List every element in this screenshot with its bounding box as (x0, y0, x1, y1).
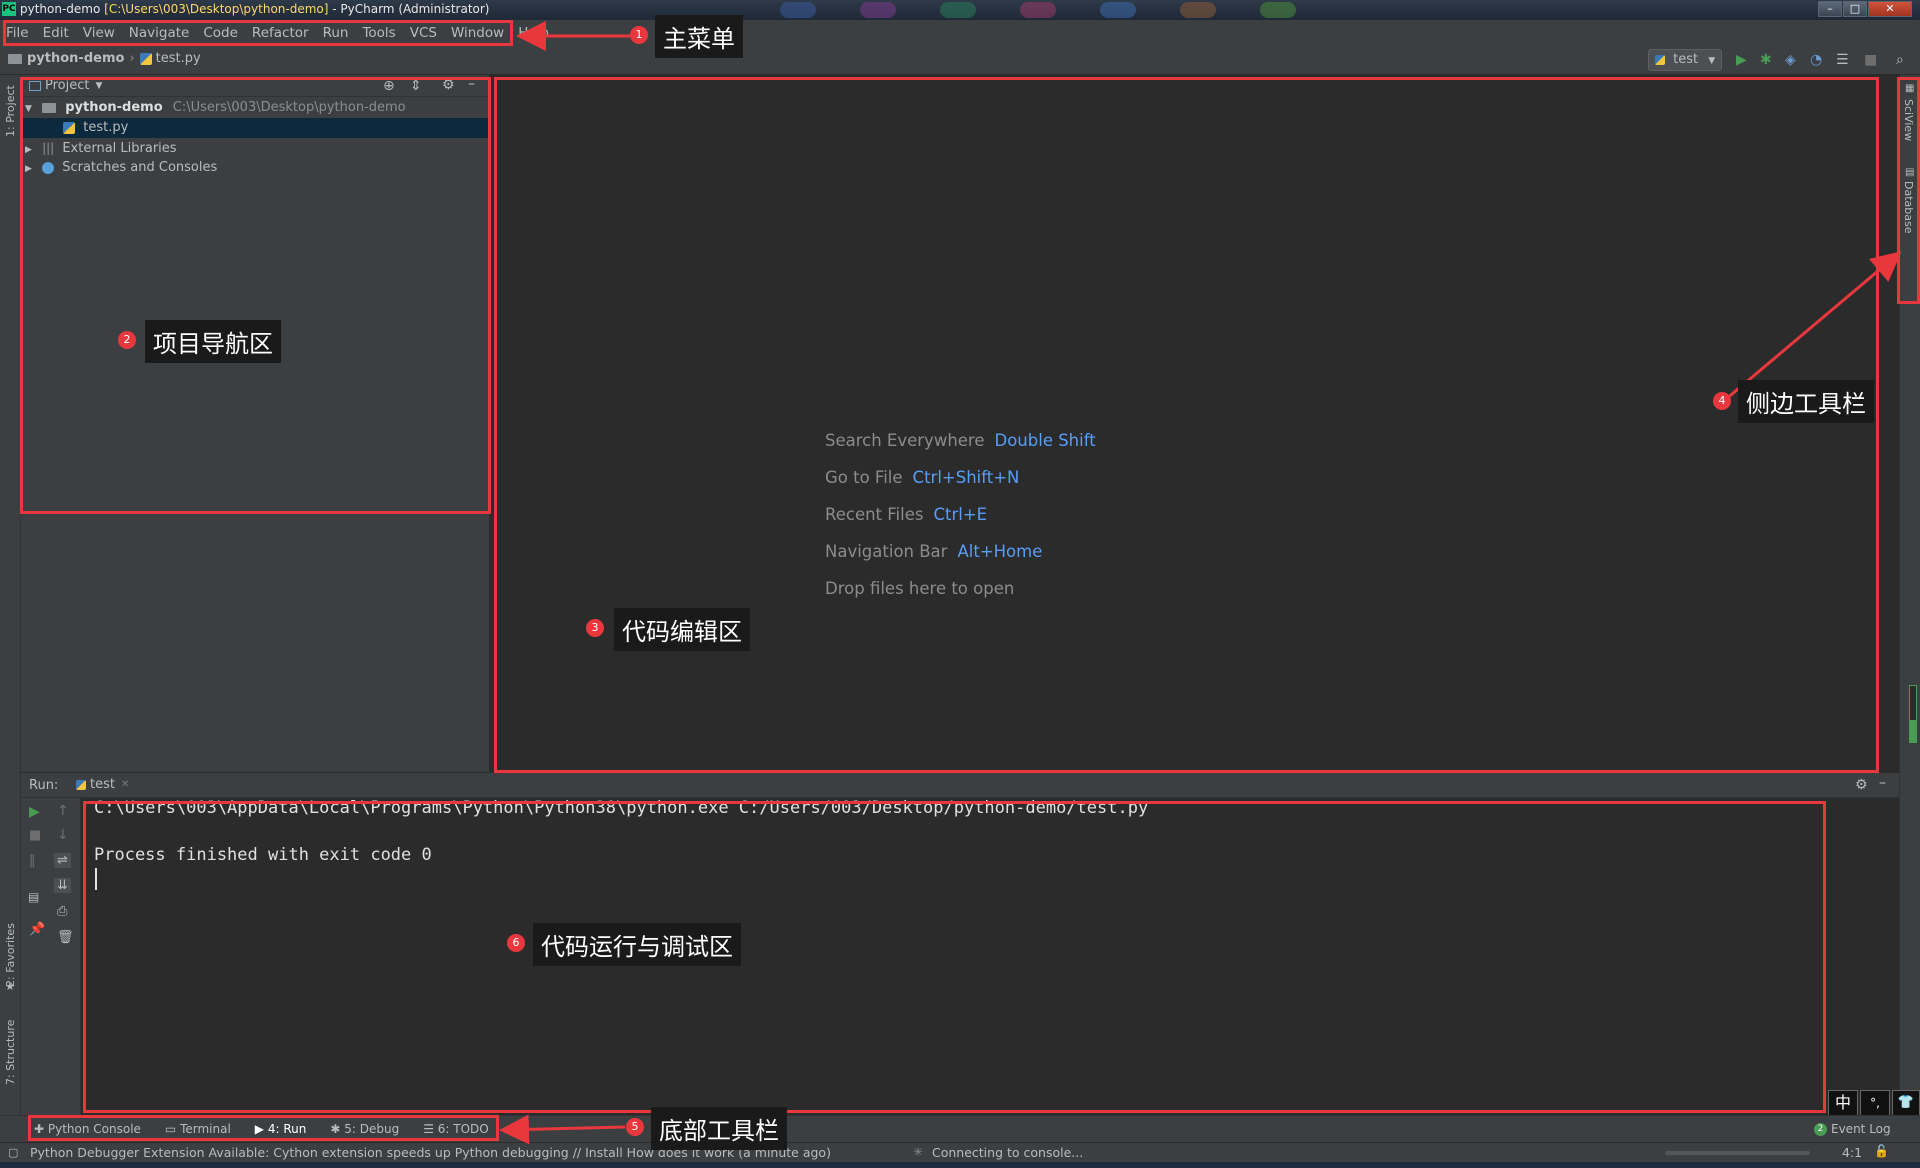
annotation-label-3: 代码编辑区 (614, 608, 750, 651)
annotation-label-2: 项目导航区 (145, 320, 281, 363)
annotation-badge-5: 5 (626, 1118, 644, 1136)
annotation-badge-1: 1 (630, 26, 648, 44)
annotation-label-1: 主菜单 (655, 15, 743, 58)
annotation-badge-6: 6 (507, 934, 525, 952)
annotation-label-4: 侧边工具栏 (1738, 380, 1874, 423)
arrow-side-toolbar (1724, 251, 1902, 402)
annotation-label-5: 底部工具栏 (651, 1107, 787, 1150)
arrow-bottom-toolbar (499, 1114, 626, 1145)
annotation-badge-3: 3 (586, 619, 604, 637)
annotation-label-6: 代码运行与调试区 (533, 923, 741, 966)
annotation-arrows (499, 21, 1902, 1145)
annotation-badge-4: 4 (1713, 392, 1731, 410)
annotation-badge-2: 2 (118, 331, 136, 349)
